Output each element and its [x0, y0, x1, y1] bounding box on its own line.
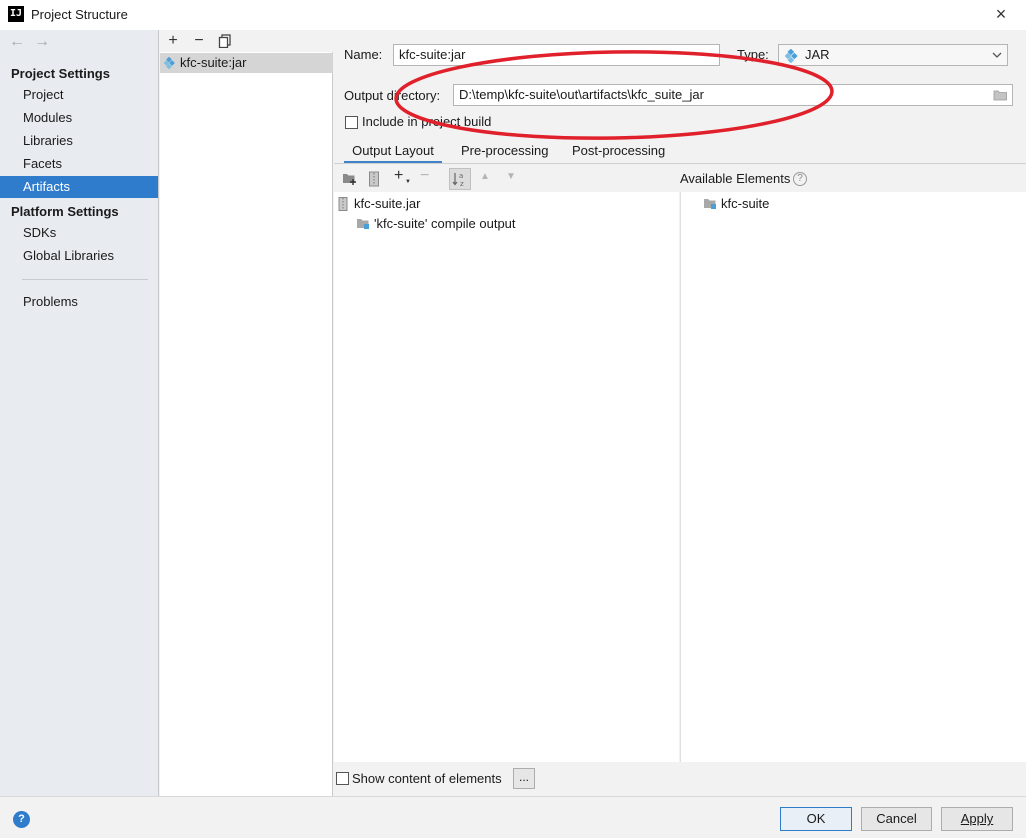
show-content-label: Show content of elements — [352, 771, 502, 786]
copy-artifact-button[interactable] — [215, 31, 235, 51]
sidebar-item-global-libraries[interactable]: Global Libraries — [0, 245, 158, 267]
svg-text:z: z — [460, 180, 464, 188]
available-elements-label: Available Elements — [680, 171, 791, 186]
title-bar: IJ Project Structure × — [0, 0, 1026, 30]
create-archive-icon[interactable] — [368, 171, 380, 187]
help-icon[interactable]: ? — [13, 811, 30, 828]
move-down-button[interactable]: ▼ — [506, 171, 516, 182]
remove-element-button[interactable]: − — [420, 167, 429, 185]
project-settings-header: Project Settings — [11, 66, 110, 81]
sidebar-divider — [22, 279, 148, 280]
copy-icon — [218, 34, 231, 49]
dialog-button-bar: ? OK Cancel Apply — [0, 796, 1026, 838]
close-icon[interactable]: × — [990, 4, 1012, 26]
artifact-name: kfc-suite:jar — [180, 55, 247, 70]
sidebar-item-libraries[interactable]: Libraries — [0, 130, 158, 152]
sidebar-item-facets[interactable]: Facets — [0, 153, 158, 175]
sort-alpha-icon: a z — [452, 172, 464, 188]
tab-pre-processing[interactable]: Pre-processing — [461, 142, 548, 164]
jar-artifact-icon — [164, 57, 175, 69]
module-folder-icon — [704, 199, 716, 209]
back-arrow-icon[interactable]: ← — [9, 33, 25, 51]
show-content-checkbox[interactable] — [336, 772, 349, 785]
svg-text:a: a — [459, 172, 463, 180]
move-up-button[interactable]: ▲ — [480, 171, 490, 182]
available-elements-tree: kfc-suite — [680, 192, 1026, 762]
remove-artifact-button[interactable]: − — [189, 31, 209, 51]
forward-arrow-icon[interactable]: → — [34, 33, 50, 51]
show-content-options-button[interactable]: ... — [513, 768, 535, 789]
red-annotation-ellipse — [394, 50, 834, 140]
platform-settings-header: Platform Settings — [11, 204, 119, 219]
output-layout-tree: kfc-suite.jar 'kfc-suite' compile output — [334, 192, 679, 762]
tree-node-compile-output-label: 'kfc-suite' compile output — [374, 216, 516, 231]
chevron-down-icon — [992, 52, 1002, 58]
sidebar-item-problems[interactable]: Problems — [0, 291, 158, 313]
archive-icon — [338, 197, 348, 211]
sidebar-item-sdks[interactable]: SDKs — [0, 222, 158, 244]
sidebar-item-artifacts[interactable]: Artifacts — [0, 176, 158, 198]
list-item-kfc-suite-jar[interactable]: kfc-suite:jar — [160, 53, 333, 73]
tab-post-processing[interactable]: Post-processing — [572, 142, 665, 164]
add-dropdown-caret-icon: ▼ — [405, 179, 411, 185]
artifacts-list-panel: + − kfc-suite:jar — [160, 30, 333, 796]
create-directory-icon[interactable] — [342, 172, 358, 186]
apply-button[interactable]: Apply — [941, 807, 1013, 831]
help-circle-icon[interactable]: ? — [793, 172, 807, 186]
output-layout-toolbar: + ▼ − a z ▲ ▼ Available Elements ? — [334, 167, 1026, 191]
artifacts-list-toolbar: + − — [160, 30, 333, 52]
tab-divider — [334, 163, 1026, 164]
window-title: Project Structure — [31, 7, 128, 22]
ok-button[interactable]: OK — [780, 807, 852, 831]
sidebar-item-modules[interactable]: Modules — [0, 107, 158, 129]
tab-output-layout[interactable]: Output Layout — [344, 142, 442, 164]
add-element-button[interactable]: + — [394, 167, 403, 185]
name-label: Name: — [344, 47, 383, 62]
sidebar-item-project[interactable]: Project — [0, 84, 158, 106]
cancel-button[interactable]: Cancel — [861, 807, 932, 831]
tree-node-jar-label: kfc-suite.jar — [354, 196, 421, 211]
include-in-build-checkbox[interactable] — [345, 116, 358, 129]
browse-folder-icon[interactable] — [993, 89, 1008, 101]
module-folder-icon — [357, 219, 369, 229]
add-artifact-button[interactable]: + — [163, 31, 183, 51]
sort-elements-button[interactable]: a z — [449, 168, 471, 190]
settings-sidebar: ← → Project Settings Project Modules Lib… — [0, 30, 159, 796]
intellij-logo-icon: IJ — [8, 6, 24, 22]
available-item-label: kfc-suite — [721, 196, 770, 211]
